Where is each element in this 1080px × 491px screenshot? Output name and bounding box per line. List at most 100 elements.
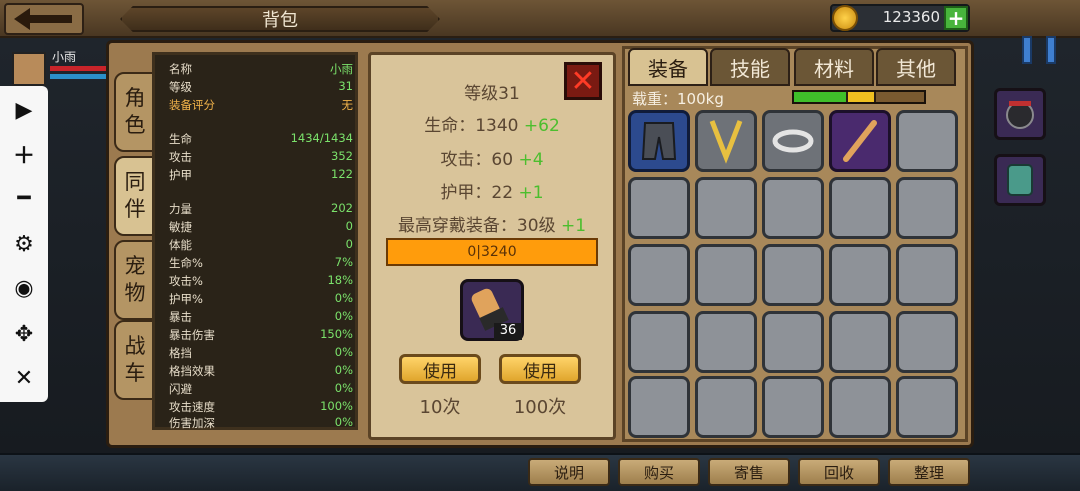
gear-icon[interactable]: ⚙ (0, 222, 48, 266)
inventory-slot[interactable] (829, 376, 891, 438)
stat-key: 名称 (169, 62, 192, 76)
stat-key: 生命% (169, 256, 203, 270)
stat-row: 护甲% 0% (169, 291, 353, 308)
move-icon[interactable]: ✥ (0, 312, 48, 356)
tab-companion[interactable]: 同 伴 (114, 156, 156, 236)
add-gold-button[interactable]: + (944, 6, 968, 30)
stat-row: 生命 1434/1434 (169, 131, 353, 148)
stat-row: 体能 0 (169, 237, 353, 254)
inventory-slot[interactable] (762, 311, 824, 373)
stat-value: 100% (320, 399, 353, 413)
avatar[interactable] (12, 52, 46, 86)
inventory-slot[interactable] (628, 311, 690, 373)
inventory-slot[interactable] (695, 376, 757, 438)
helmet-slot[interactable] (994, 88, 1046, 140)
pause-bar-right (1046, 36, 1056, 64)
tab-materials[interactable]: 材料 (794, 48, 874, 86)
inventory-slot[interactable] (628, 244, 690, 306)
tab-label: 同 伴 (124, 169, 146, 221)
inventory-slot[interactable] (695, 110, 757, 172)
stats-panel: 名称 小雨 等级 31 装备评分无 生命 1434/1434 攻击 352 护甲 122 … (152, 52, 358, 430)
tab-label: 宠 物 (124, 253, 146, 305)
minus-icon[interactable]: ━ (0, 176, 48, 220)
use-button-2[interactable]: 使用 (499, 354, 581, 384)
inventory-slot[interactable] (762, 376, 824, 438)
stat-row: 力量 202 (169, 201, 353, 218)
stat-value: 0% (334, 345, 353, 359)
inventory-slot[interactable] (762, 177, 824, 239)
stat-value: 0% (334, 381, 353, 395)
hp-text: 生命：1340 (424, 116, 519, 136)
use-count-2: 100次 (513, 397, 567, 418)
hp-bar (50, 66, 106, 71)
item-count: 36 (494, 323, 522, 340)
stat-row: 等级 31 (169, 79, 353, 96)
play-icon[interactable]: ▶ (0, 88, 48, 132)
pause-button[interactable] (1020, 36, 1064, 66)
inventory-slot[interactable] (628, 376, 690, 438)
inventory-slot[interactable] (695, 311, 757, 373)
armor-slot[interactable] (994, 154, 1046, 206)
inventory-slot[interactable] (829, 110, 891, 172)
buy-button[interactable]: 购买 (618, 458, 700, 486)
inventory-slot[interactable] (628, 177, 690, 239)
mp-bar (50, 74, 106, 79)
stat-value: 7% (334, 255, 353, 269)
stat-key: 等级 (169, 80, 192, 94)
inventory-slot[interactable] (762, 110, 824, 172)
tab-tank[interactable]: 战 车 (114, 320, 156, 400)
inventory-slot[interactable] (896, 244, 958, 306)
stat-key: 生命 (169, 132, 192, 146)
inventory-slot[interactable] (896, 311, 958, 373)
pause-bar-left (1022, 36, 1032, 64)
pants-icon (641, 122, 677, 160)
use-count-1: 10次 (419, 397, 461, 418)
stat-value: 18% (327, 273, 353, 287)
tab-skills[interactable]: 技能 (710, 48, 790, 86)
stat-key: 攻击% (169, 274, 203, 288)
inventory-slot[interactable] (695, 244, 757, 306)
recycle-button[interactable]: 回收 (798, 458, 880, 486)
inventory-slot[interactable] (896, 177, 958, 239)
tab-character[interactable]: 角 色 (114, 72, 156, 152)
stat-row: 伤害加深 0% (169, 415, 353, 432)
ring-icon (772, 129, 814, 153)
atk-line: 攻击：60 +4 (371, 145, 613, 170)
inventory-slot[interactable] (829, 244, 891, 306)
close-button[interactable]: ✕ (564, 62, 602, 100)
stat-value: 0 (345, 219, 353, 233)
stat-row: 暴击伤害 150% (169, 327, 353, 344)
inventory-slot[interactable] (762, 244, 824, 306)
back-button[interactable] (4, 3, 84, 35)
tab-pet[interactable]: 宠 物 (114, 240, 156, 320)
stat-value: 0 (345, 237, 353, 251)
eye-icon[interactable]: ◉ (0, 266, 48, 310)
stat-key: 攻击速度 (169, 400, 215, 414)
inventory-slot[interactable] (896, 110, 958, 172)
stat-row: 格挡效果 0% (169, 363, 353, 380)
sort-button[interactable]: 整理 (888, 458, 970, 486)
tab-other[interactable]: 其他 (876, 48, 956, 86)
load-bar (792, 90, 926, 104)
exp-bar: 0|3240 (386, 238, 598, 266)
stat-value: 0% (334, 309, 353, 323)
stat-key: 力量 (169, 202, 192, 216)
tab-equipment[interactable]: 装备 (628, 48, 708, 86)
armor-gain: +1 (518, 183, 544, 203)
inventory-slot[interactable] (896, 376, 958, 438)
inventory-slot[interactable] (829, 177, 891, 239)
consign-button[interactable]: 寄售 (708, 458, 790, 486)
inventory-slot[interactable] (628, 110, 690, 172)
stat-key: 护甲% (169, 292, 203, 306)
side-tabs: 角 色 同 伴 宠 物 战 车 (114, 72, 156, 402)
stat-row: 名称 小雨 (169, 61, 353, 78)
stat-value: 0% (334, 291, 353, 305)
plus-icon[interactable]: ＋ (0, 132, 48, 176)
inventory-slot[interactable] (829, 311, 891, 373)
help-button[interactable]: 说明 (528, 458, 610, 486)
close-icon[interactable]: ✕ (0, 356, 48, 400)
stat-row: 攻击速度 100% (169, 399, 353, 416)
use-button-1[interactable]: 使用 (399, 354, 481, 384)
stat-row: 生命% 7% (169, 255, 353, 272)
inventory-slot[interactable] (695, 177, 757, 239)
